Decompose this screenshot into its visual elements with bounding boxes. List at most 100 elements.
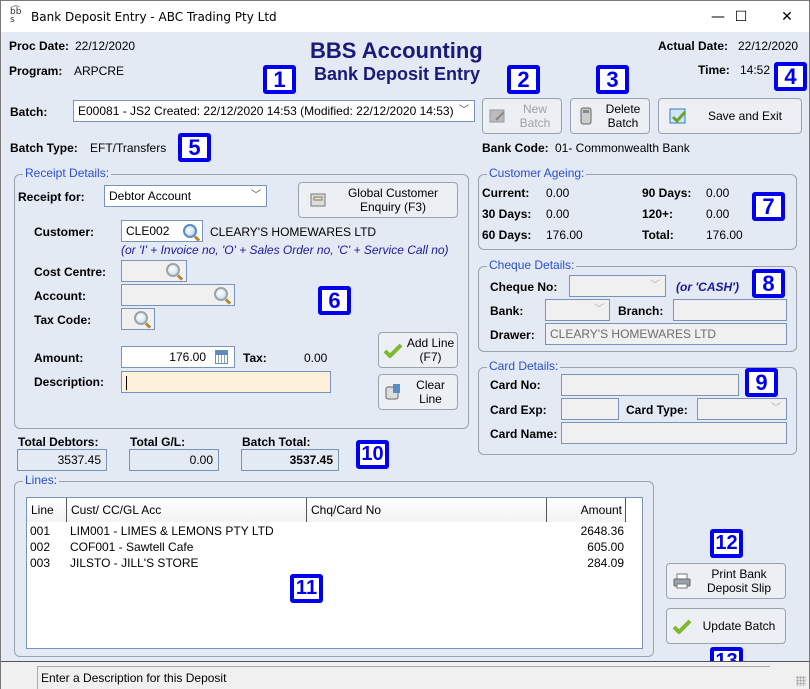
calculator-icon[interactable]	[215, 350, 228, 364]
row-account: LIM001 - LIMES & LEMONS PTY LTD	[70, 524, 274, 538]
row-amount: 284.09	[587, 556, 624, 570]
tax-code-label: Tax Code:	[34, 313, 92, 327]
table-row[interactable]: 003 JILSTO - JILL'S STORE 284.09	[27, 555, 627, 571]
cheque-no-select[interactable]: ﹀	[569, 275, 666, 297]
time-label: Time:	[698, 63, 730, 77]
close-button[interactable]: ✕	[764, 1, 810, 32]
batch-select-value: E00081 - JS2 Created: 22/12/2020 14:53 (…	[78, 104, 454, 118]
annotation-marker-6: 6	[318, 286, 351, 315]
bank-select[interactable]: ﹀	[545, 299, 610, 321]
search-icon[interactable]	[134, 311, 148, 325]
lines-table-header: Line Cust/ CC/GL Acc Chq/Card No Amount	[27, 498, 627, 522]
batch-type-value: EFT/Transfers	[90, 141, 167, 155]
ageing-30-label: 30 Days:	[482, 207, 532, 221]
annotation-marker-1: 1	[263, 65, 296, 94]
tax-value: 0.00	[304, 351, 328, 365]
annotation-marker-3: 3	[596, 65, 629, 94]
search-icon[interactable]	[183, 224, 197, 238]
card-type-label: Card Type:	[626, 403, 688, 417]
annotation-marker-5: 5	[178, 133, 211, 162]
account-input[interactable]	[121, 284, 235, 306]
delete-batch-button[interactable]: Delete Batch	[570, 98, 650, 134]
maximize-button[interactable]: ☐	[718, 1, 764, 32]
resize-grip-icon[interactable]	[796, 676, 806, 686]
drawer-input[interactable]: CLEARY'S HOMEWARES LTD	[545, 323, 787, 345]
column-header-chq-card[interactable]: Chq/Card No	[307, 498, 547, 522]
description-label: Description:	[34, 375, 105, 389]
amount-input[interactable]: 176.00	[121, 346, 235, 368]
proc-date-label: Proc Date:	[9, 39, 70, 53]
card-no-input[interactable]	[561, 374, 739, 396]
customer-ageing-legend: Customer Ageing:	[487, 166, 587, 180]
receipt-for-select[interactable]: Debtor Account ﹀	[104, 185, 267, 207]
row-account: JILSTO - JILL'S STORE	[70, 556, 199, 570]
customer-hint: (or 'I' + Invoice no, 'O' + Sales Order …	[121, 243, 449, 257]
ageing-current-label: Current:	[482, 186, 530, 200]
ageing-60-label: 60 Days:	[482, 228, 532, 242]
cost-centre-input[interactable]	[121, 260, 187, 282]
print-deposit-slip-button[interactable]: Print Bank Deposit Slip	[666, 563, 786, 599]
calculator-delete-icon	[575, 106, 597, 126]
lines-table: Line Cust/ CC/GL Acc Chq/Card No Amount …	[26, 497, 643, 649]
proc-date-value: 22/12/2020	[75, 39, 136, 53]
status-bar: Enter a Description for this Deposit	[1, 661, 809, 689]
title-bar: b͡b s Bank Deposit Entry - ABC Trading Pt…	[1, 1, 809, 32]
branch-input[interactable]	[673, 299, 787, 321]
branch-label: Branch:	[618, 304, 664, 318]
save-exit-button[interactable]: Save and Exit	[658, 98, 802, 134]
card-exp-input[interactable]	[561, 398, 619, 420]
table-row[interactable]: 001 LIM001 - LIMES & LEMONS PTY LTD 2648…	[27, 523, 627, 539]
add-line-button[interactable]: Add Line (F7)	[378, 332, 458, 368]
program-value: ARPCRE	[74, 64, 125, 78]
column-header-account[interactable]: Cust/ CC/GL Acc	[67, 498, 307, 522]
bank-deposit-window: b͡b s Bank Deposit Entry - ABC Trading Pt…	[0, 0, 810, 689]
table-row[interactable]: 002 COF001 - Sawtell Cafe 605.00	[27, 539, 627, 555]
ageing-total-value: 176.00	[706, 228, 743, 242]
customer-code-input[interactable]: CLE002	[121, 220, 203, 242]
customer-name: CLEARY'S HOMEWARES LTD	[210, 225, 377, 239]
global-customer-enquiry-button[interactable]: Global Customer Enquiry (F3)	[298, 182, 458, 218]
tax-label: Tax:	[243, 351, 267, 365]
annotation-marker-4: 4	[774, 62, 807, 91]
batch-select[interactable]: E00081 - JS2 Created: 22/12/2020 14:53 (…	[73, 100, 475, 122]
receipt-details-legend: Receipt Details:	[23, 166, 112, 180]
cabinet-icon	[307, 190, 329, 210]
ageing-120-label: 120+:	[642, 207, 674, 221]
chevron-down-icon: ﹀	[650, 280, 660, 291]
receipt-for-label: Receipt for:	[18, 190, 85, 204]
card-exp-label: Card Exp:	[490, 403, 547, 417]
description-input[interactable]	[121, 371, 331, 393]
status-message: Enter a Description for this Deposit	[37, 666, 770, 689]
bank-code-label: Bank Code:	[482, 141, 549, 155]
tax-code-input[interactable]	[121, 308, 155, 330]
new-batch-button[interactable]: New Batch	[482, 98, 562, 134]
program-label: Program:	[9, 64, 63, 78]
column-header-line[interactable]: Line	[27, 498, 67, 522]
annotation-marker-7: 7	[752, 192, 785, 221]
new-batch-icon	[487, 106, 509, 126]
row-line: 002	[30, 540, 51, 554]
ageing-60-value: 176.00	[546, 228, 583, 242]
search-icon[interactable]	[166, 263, 180, 277]
ageing-total-label: Total:	[642, 228, 674, 242]
time-value: 14:52	[740, 63, 771, 77]
cost-centre-label: Cost Centre:	[34, 265, 107, 279]
total-debtors-label: Total Debtors:	[18, 435, 99, 449]
card-no-label: Card No:	[490, 378, 541, 392]
chevron-down-icon: ﹀	[594, 304, 604, 315]
total-gl-value: 0.00	[129, 449, 219, 471]
card-type-select[interactable]: ﹀	[697, 398, 787, 420]
search-icon[interactable]	[214, 287, 228, 301]
clear-calculator-icon	[382, 382, 404, 402]
update-batch-button[interactable]: Update Batch	[666, 608, 786, 644]
actual-date-label: Actual Date:	[658, 39, 729, 53]
card-details-legend: Card Details:	[487, 359, 561, 373]
app-name: BBS Accounting	[310, 38, 483, 63]
card-name-input[interactable]	[561, 422, 787, 444]
window-title: Bank Deposit Entry - ABC Trading Pty Ltd	[31, 10, 277, 24]
clear-line-button[interactable]: Clear Line	[378, 374, 458, 410]
column-header-amount[interactable]: Amount	[547, 498, 626, 522]
row-line: 003	[30, 556, 51, 570]
row-account: COF001 - Sawtell Cafe	[70, 540, 194, 554]
ageing-current-value: 0.00	[546, 186, 570, 200]
